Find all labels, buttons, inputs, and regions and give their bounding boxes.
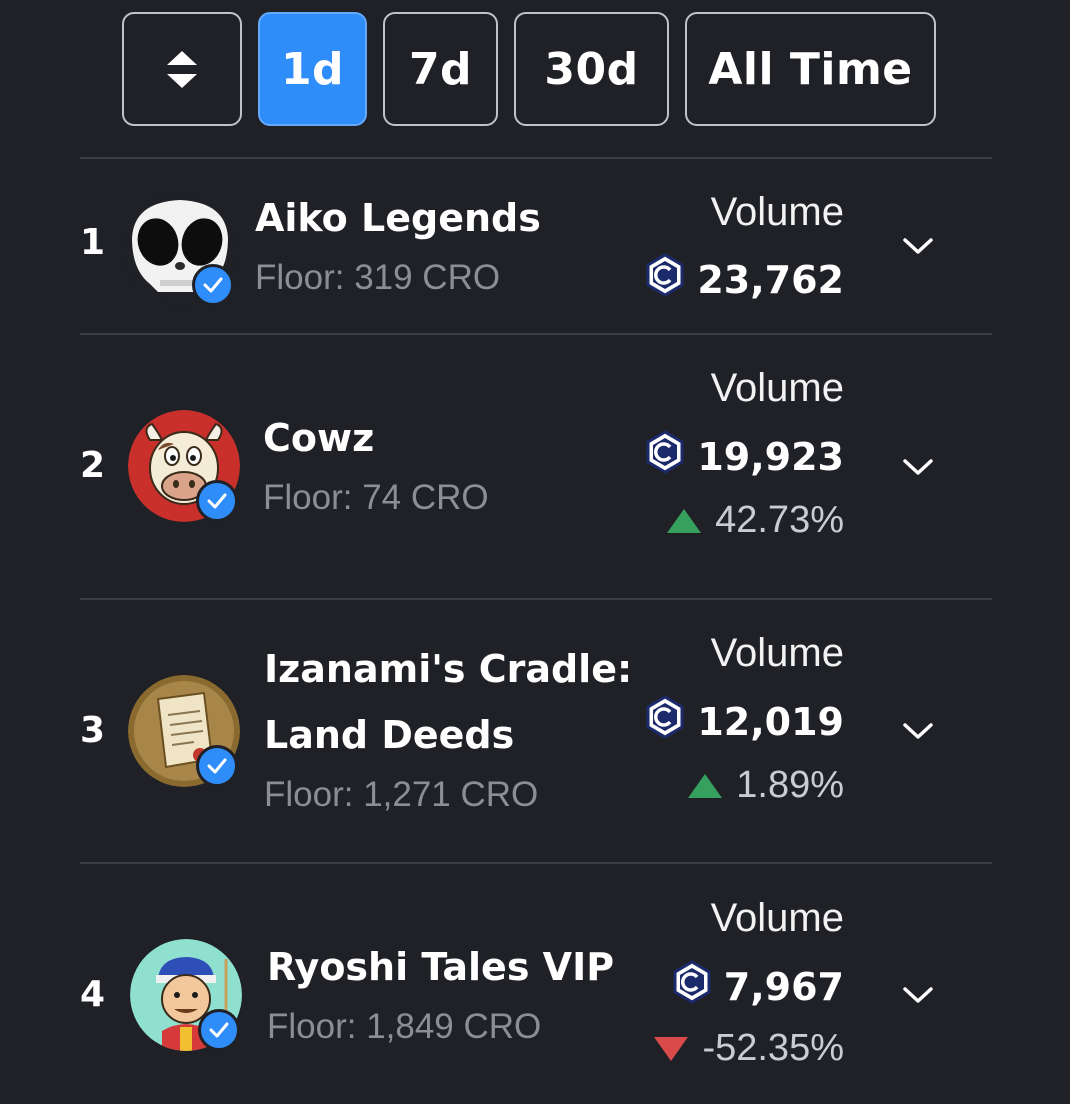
- sort-toggle-button[interactable]: [122, 12, 242, 126]
- collection-name-line2[interactable]: Land Deeds: [264, 702, 514, 768]
- change-percent: 42.73%: [715, 499, 844, 541]
- volume-amount: 12,019: [697, 699, 844, 744]
- divider: [80, 862, 992, 864]
- rank-number: 3: [80, 710, 106, 751]
- volume-value: 12,019: [645, 695, 844, 748]
- divider: [80, 598, 992, 600]
- collection-avatar[interactable]: [130, 939, 242, 1051]
- expand-chevron-icon[interactable]: [900, 228, 936, 264]
- cronos-icon: [645, 695, 685, 748]
- verified-check-icon: [196, 480, 238, 522]
- collection-name[interactable]: Ryoshi Tales VIP: [267, 934, 614, 1000]
- collection-name[interactable]: Cowz: [263, 405, 374, 471]
- expand-chevron-icon[interactable]: [900, 713, 936, 749]
- collection-avatar[interactable]: [124, 194, 236, 306]
- volume-label: Volume: [710, 190, 844, 234]
- filter-30d-button[interactable]: 30d: [514, 12, 669, 126]
- rank-number: 4: [80, 974, 106, 1015]
- volume-value: 7,967: [672, 960, 844, 1013]
- floor-price: Floor: 1,849 CRO: [267, 1007, 542, 1046]
- volume-amount: 23,762: [697, 257, 844, 302]
- expand-chevron-icon[interactable]: [900, 977, 936, 1013]
- collection-avatar[interactable]: [128, 675, 240, 787]
- volume-value: 19,923: [645, 430, 844, 483]
- filter-7d-button[interactable]: 7d: [383, 12, 498, 126]
- filter-1d-button[interactable]: 1d: [258, 12, 367, 126]
- collection-name[interactable]: Aiko Legends: [255, 185, 541, 251]
- floor-price: Floor: 319 CRO: [255, 258, 501, 297]
- rank-number: 1: [80, 222, 106, 263]
- volume-label: Volume: [710, 896, 844, 940]
- change-percent: -52.35%: [702, 1027, 844, 1069]
- volume-value: 23,762: [645, 253, 844, 306]
- cronos-icon: [645, 253, 685, 306]
- filter-all-time-button[interactable]: All Time: [685, 12, 936, 126]
- trend-up-icon: [688, 773, 723, 798]
- volume-change: -52.35%: [654, 1027, 844, 1070]
- floor-price: Floor: 74 CRO: [263, 478, 489, 517]
- expand-chevron-icon[interactable]: [900, 449, 936, 485]
- verified-check-icon: [192, 264, 234, 306]
- collection-name[interactable]: Izanami's Cradle:: [264, 636, 632, 702]
- cronos-icon: [672, 960, 712, 1013]
- volume-change: 1.89%: [688, 764, 844, 807]
- sort-updown-icon: [167, 50, 197, 88]
- divider: [80, 157, 992, 159]
- verified-check-icon: [196, 745, 238, 787]
- volume-amount: 19,923: [697, 434, 844, 479]
- volume-label: Volume: [710, 631, 844, 675]
- divider: [80, 333, 992, 335]
- trend-down-icon: [654, 1036, 689, 1061]
- volume-label: Volume: [710, 366, 844, 410]
- volume-amount: 7,967: [723, 964, 844, 1009]
- cronos-icon: [645, 430, 685, 483]
- volume-change: 42.73%: [667, 499, 844, 542]
- trend-up-icon: [667, 508, 702, 533]
- verified-check-icon: [198, 1009, 240, 1051]
- collection-avatar[interactable]: [128, 410, 240, 522]
- change-percent: 1.89%: [736, 764, 844, 806]
- rank-number: 2: [80, 445, 106, 486]
- floor-price: Floor: 1,271 CRO: [264, 775, 539, 814]
